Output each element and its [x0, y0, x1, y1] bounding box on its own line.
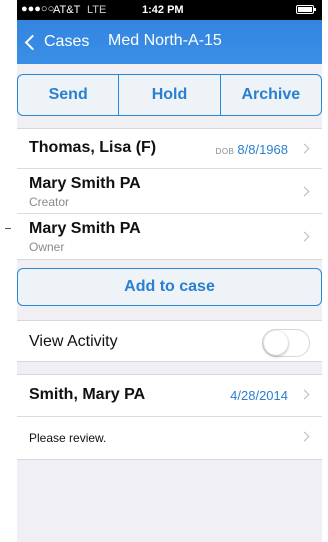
creator-role: Creator: [29, 195, 70, 209]
case-details-list: Thomas, Lisa (F) DOB 8/8/1968 Mary Smith …: [17, 128, 322, 260]
action-segmented-control: Send Hold Archive: [17, 74, 322, 116]
view-activity-toggle[interactable]: [262, 329, 310, 357]
header: ●●●○○ AT&T LTE 1:42 PM Cases Med North-A…: [17, 0, 322, 64]
back-label: Cases: [44, 33, 90, 50]
patient-row[interactable]: Thomas, Lisa (F) DOB 8/8/1968: [17, 129, 322, 169]
send-button[interactable]: Send: [18, 75, 120, 115]
battery-tip: [314, 8, 316, 11]
patient-dob: DOB 8/8/1968: [216, 142, 288, 157]
chevron-right-icon: [299, 186, 310, 197]
chevron-right-icon: [299, 389, 310, 400]
edge-marker: [5, 228, 11, 229]
creator-name: Mary Smith PA: [29, 175, 141, 192]
message-body: Please review.: [29, 431, 107, 445]
toggle-knob: [264, 331, 288, 355]
message-list: Smith, Mary PA 4/28/2014 Please review.: [17, 374, 322, 460]
screen-frame: ●●●○○ AT&T LTE 1:42 PM Cases Med North-A…: [0, 0, 328, 542]
patient-name: Thomas, Lisa (F): [29, 139, 157, 156]
signal-icon: ●●●○○: [21, 3, 55, 15]
battery-icon: [296, 5, 314, 14]
status-time: 1:42 PM: [142, 4, 184, 16]
carrier-label: AT&T: [53, 4, 81, 16]
archive-button[interactable]: Archive: [221, 75, 321, 115]
owner-row[interactable]: Mary Smith PA Owner: [17, 214, 322, 259]
page-title: Med North-A-15: [108, 32, 222, 49]
view-activity-label: View Activity: [29, 333, 118, 350]
status-bar: ●●●○○ AT&T LTE 1:42 PM: [17, 0, 322, 20]
message-date: 4/28/2014: [230, 388, 288, 403]
chevron-right-icon: [299, 231, 310, 242]
chevron-right-icon: [299, 431, 310, 442]
owner-role: Owner: [29, 240, 65, 254]
dob-tag: DOB: [215, 147, 235, 156]
add-to-case-button[interactable]: Add to case: [17, 268, 322, 306]
dob-value: 8/8/1968: [237, 142, 288, 157]
creator-row[interactable]: Mary Smith PA Creator: [17, 169, 322, 214]
back-button[interactable]: Cases: [23, 31, 89, 53]
chevron-left-icon: [24, 34, 41, 50]
view-activity-row: View Activity: [17, 320, 322, 362]
message-body-row[interactable]: Please review.: [17, 417, 322, 459]
hold-button[interactable]: Hold: [119, 75, 221, 115]
network-label: LTE: [87, 4, 107, 16]
left-margin: [0, 0, 17, 542]
message-header-row[interactable]: Smith, Mary PA 4/28/2014: [17, 375, 322, 417]
message-sender: Smith, Mary PA: [29, 386, 146, 403]
phone-screen: ●●●○○ AT&T LTE 1:42 PM Cases Med North-A…: [17, 0, 322, 542]
chevron-right-icon: [299, 143, 310, 154]
nav-bar: Cases Med North-A-15: [17, 20, 322, 64]
owner-name: Mary Smith PA: [29, 220, 141, 237]
